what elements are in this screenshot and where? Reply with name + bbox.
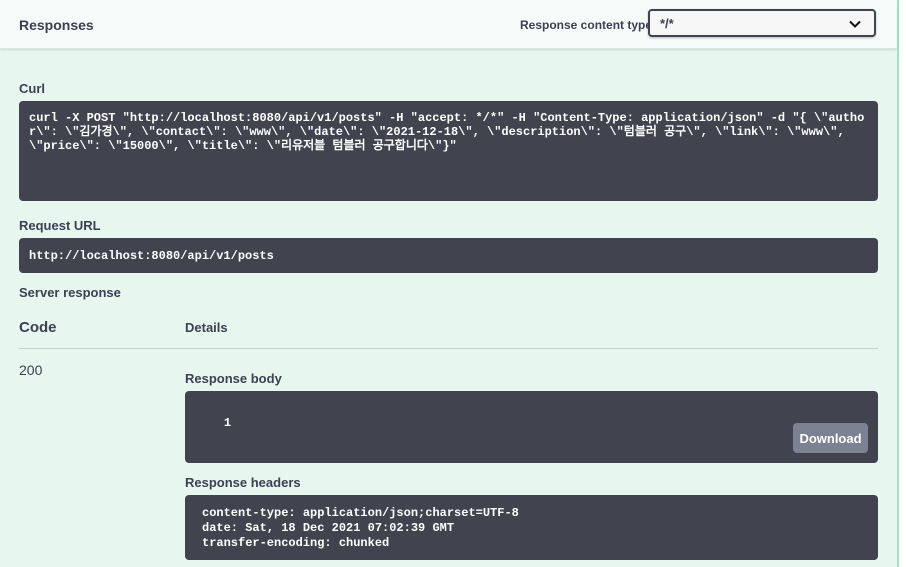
- table-divider: [19, 348, 878, 349]
- content-type-label: Response content type: [520, 18, 653, 32]
- details-column-header: Details: [185, 320, 228, 335]
- server-response-label: Server response: [19, 285, 121, 300]
- response-body-text: 1: [223, 416, 232, 430]
- panel-border: [897, 0, 899, 567]
- chevron-down-icon: [849, 20, 861, 28]
- curl-command[interactable]: curl -X POST "http://localhost:8080/api/…: [19, 101, 878, 201]
- download-button[interactable]: Download: [793, 423, 868, 453]
- response-headers-label: Response headers: [185, 475, 301, 490]
- responses-title: Responses: [19, 17, 94, 33]
- responses-panel: Responses Response content type */* Curl…: [0, 0, 897, 567]
- response-status-code: 200: [19, 362, 43, 378]
- response-headers[interactable]: content-type: application/json;charset=U…: [185, 495, 878, 560]
- request-url-value[interactable]: http://localhost:8080/api/v1/posts: [19, 238, 878, 273]
- response-body[interactable]: 1: [185, 391, 878, 463]
- request-url-label: Request URL: [19, 218, 101, 233]
- response-body-label: Response body: [185, 371, 282, 386]
- content-type-select[interactable]: */*: [648, 9, 876, 37]
- content-type-value: */*: [660, 16, 674, 31]
- responses-header: Responses Response content type */*: [0, 0, 897, 49]
- code-column-header: Code: [19, 319, 57, 336]
- curl-label: Curl: [19, 81, 45, 96]
